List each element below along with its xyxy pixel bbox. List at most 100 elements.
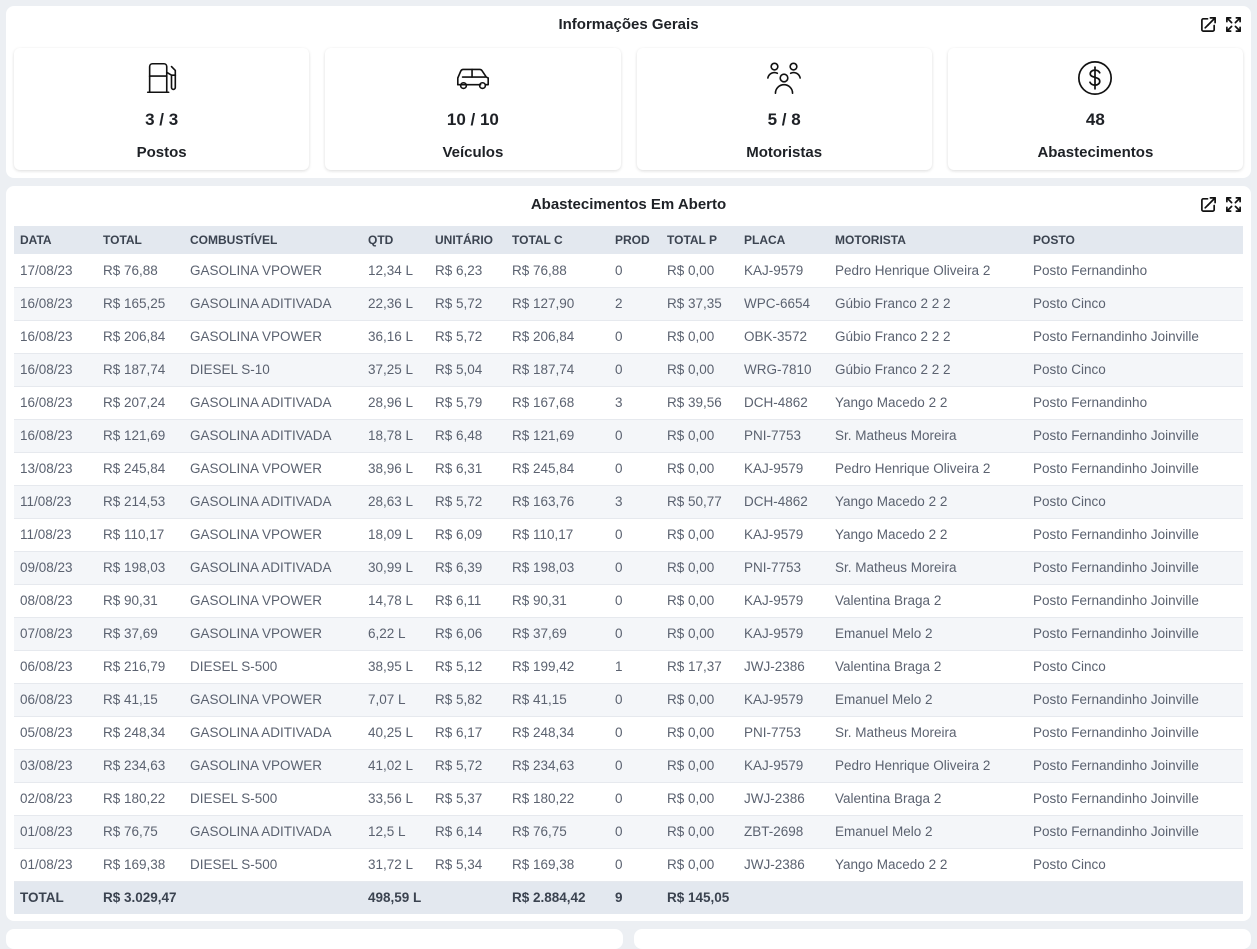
column-header[interactable]: POSTO xyxy=(1027,226,1243,254)
motoristas-label: Motoristas xyxy=(746,144,823,161)
table-cell: GASOLINA ADITIVADA xyxy=(184,287,362,321)
table-row[interactable]: 16/08/23 R$ 165,25 GASOLINA ADITIVADA 22,36… xyxy=(14,287,1243,321)
table-cell: Posto Cinco xyxy=(1027,848,1243,882)
table-row[interactable]: 16/08/23 R$ 206,84 GASOLINA VPOWER 36,16 LR… xyxy=(14,320,1243,354)
table-cell: R$ 0,00 xyxy=(661,551,738,585)
card-motoristas[interactable]: 5 / 8 Motoristas xyxy=(636,48,932,170)
table-row[interactable]: 03/08/23 R$ 234,63 GASOLINA VPOWER 41,02 LR… xyxy=(14,749,1243,783)
table-cell: WPC-6654 xyxy=(738,287,829,321)
column-header[interactable]: COMBUSTÍVEL xyxy=(184,226,362,254)
table-cell: 36,16 L xyxy=(362,320,429,354)
table-row[interactable]: 16/08/23 R$ 121,69 GASOLINA ADITIVADA 18,78… xyxy=(14,419,1243,453)
car-icon xyxy=(453,58,493,98)
table-cell: 28,63 L xyxy=(362,485,429,519)
table-row[interactable]: 13/08/23 R$ 245,84 GASOLINA VPOWER 38,96 LR… xyxy=(14,452,1243,486)
table-cell: WRG-7810 xyxy=(738,353,829,387)
table-cell: DIESEL S-500 xyxy=(184,848,362,882)
fullscreen-icon[interactable] xyxy=(1224,15,1243,34)
table-row[interactable]: 09/08/23 R$ 198,03 GASOLINA ADITIVADA 30,99… xyxy=(14,551,1243,585)
table-row[interactable]: 08/08/23 R$ 90,31 GASOLINA VPOWER 14,78 L R$… xyxy=(14,584,1243,618)
table-row[interactable]: 11/08/23 R$ 110,17 GASOLINA VPOWER 18,09 LR… xyxy=(14,518,1243,552)
table-row[interactable]: 17/08/23 R$ 76,88 GASOLINA VPOWER 12,34 L R$… xyxy=(14,254,1243,288)
table-cell: R$ 37,35 xyxy=(661,287,738,321)
totals-cell: 498,59 L xyxy=(362,881,429,914)
table-cell: 12,34 L xyxy=(362,254,429,288)
table-cell: R$ 5,79 xyxy=(429,386,506,420)
table-row[interactable]: 11/08/23 R$ 214,53 GASOLINA ADITIVADA 28,63… xyxy=(14,485,1243,519)
column-header[interactable]: UNITÁRIO xyxy=(429,226,506,254)
open-external-icon[interactable] xyxy=(1199,195,1218,214)
table-cell: GASOLINA VPOWER xyxy=(184,254,362,288)
card-abastecimentos[interactable]: 48 Abastecimentos xyxy=(947,48,1243,170)
table-cell: 14,78 L xyxy=(362,584,429,618)
table-cell: 41,02 L xyxy=(362,749,429,783)
table-cell: R$ 50,77 xyxy=(661,485,738,519)
table-cell: 17/08/23 xyxy=(14,254,97,288)
table-cell: 38,95 L xyxy=(362,650,429,684)
table-cell: R$ 234,63 xyxy=(506,749,609,783)
table-cell: 3 xyxy=(609,386,661,420)
table-cell: R$ 245,84 xyxy=(506,452,609,486)
table-row[interactable]: 05/08/23 R$ 248,34 GASOLINA ADITIVADA 40,25… xyxy=(14,716,1243,750)
motoristas-count: 5 / 8 xyxy=(767,110,801,129)
table-row[interactable]: 16/08/23 R$ 187,74 DIESEL S-10 37,25 L R$ 5,… xyxy=(14,353,1243,387)
postos-count: 3 / 3 xyxy=(145,110,179,129)
table-cell: 13/08/23 xyxy=(14,452,97,486)
table-cell: JWJ-2386 xyxy=(738,650,829,684)
table-cell: 08/08/23 xyxy=(14,584,97,618)
column-header[interactable]: DATA xyxy=(14,226,97,254)
card-postos[interactable]: 3 / 3 Postos xyxy=(14,48,310,170)
card-veiculos[interactable]: 10 / 10 Veículos xyxy=(325,48,621,170)
summary-cards: 3 / 3 Postos 10 / 10 Veículos 5 / 8 Moto… xyxy=(14,48,1243,170)
table-cell: KAJ-9579 xyxy=(738,518,829,552)
table-cell: Yango Macedo 2 2 xyxy=(829,848,1027,882)
column-header[interactable]: TOTAL P xyxy=(661,226,738,254)
postos-label: Postos xyxy=(136,144,187,161)
table-row[interactable]: 07/08/23 R$ 37,69 GASOLINA VPOWER 6,22 L R$ … xyxy=(14,617,1243,651)
table-cell: 11/08/23 xyxy=(14,485,97,519)
table-cell: R$ 37,69 xyxy=(506,617,609,651)
table-row[interactable]: 01/08/23 R$ 76,75 GASOLINA ADITIVADA 12,5 L… xyxy=(14,815,1243,849)
table-row[interactable]: 16/08/23 R$ 207,24 GASOLINA ADITIVADA 28,96… xyxy=(14,386,1243,420)
table-cell: R$ 0,00 xyxy=(661,518,738,552)
column-header[interactable]: TOTAL C xyxy=(506,226,609,254)
table-cell: Posto Fernandinho xyxy=(1027,386,1243,420)
table-cell: R$ 206,84 xyxy=(506,320,609,354)
column-header[interactable]: QTD xyxy=(362,226,429,254)
table-cell: 0 xyxy=(609,782,661,816)
abastecimentos-count: 48 xyxy=(1085,110,1105,129)
table-cell: R$ 165,25 xyxy=(97,287,184,321)
table-cell: KAJ-9579 xyxy=(738,452,829,486)
table-cell: 03/08/23 xyxy=(14,749,97,783)
table-cell: Posto Fernandinho Joinville xyxy=(1027,716,1243,750)
table-row[interactable]: 02/08/23 R$ 180,22 DIESEL S-500 33,56 L R$ 5… xyxy=(14,782,1243,816)
column-header[interactable]: TOTAL xyxy=(97,226,184,254)
table-cell: R$ 76,75 xyxy=(506,815,609,849)
table-cell: R$ 0,00 xyxy=(661,419,738,453)
table-row[interactable]: 06/08/23 R$ 41,15 GASOLINA VPOWER 7,07 L R$ … xyxy=(14,683,1243,717)
table-row[interactable]: 06/08/23 R$ 216,79 DIESEL S-500 38,95 L R$ 5… xyxy=(14,650,1243,684)
table-cell: R$ 248,34 xyxy=(97,716,184,750)
table-cell: R$ 5,72 xyxy=(429,320,506,354)
table-body: 17/08/23 R$ 76,88 GASOLINA VPOWER 12,34 L R$… xyxy=(14,254,1243,882)
table-cell: Emanuel Melo 2 xyxy=(829,683,1027,717)
table-cell: Pedro Henrique Oliveira 2 xyxy=(829,254,1027,288)
fuelings-table-wrap: DATA TOTAL COMBUSTÍVEL QTD UNITÁRIO TOTAL C PR… xyxy=(14,226,1243,914)
fullscreen-icon[interactable] xyxy=(1224,195,1243,214)
fuelings-table: DATA TOTAL COMBUSTÍVEL QTD UNITÁRIO TOTAL C PR… xyxy=(14,226,1243,914)
totals-cell xyxy=(1027,881,1243,914)
open-fuelings-title: Abastecimentos Em Aberto xyxy=(530,196,727,213)
table-cell: R$ 5,82 xyxy=(429,683,506,717)
table-cell: R$ 198,03 xyxy=(506,551,609,585)
table-cell: R$ 216,79 xyxy=(97,650,184,684)
column-header[interactable]: MOTORISTA xyxy=(829,226,1027,254)
open-external-icon[interactable] xyxy=(1199,15,1218,34)
table-cell: GASOLINA ADITIVADA xyxy=(184,485,362,519)
table-row[interactable]: 01/08/23 R$ 169,38 DIESEL S-500 31,72 L R$ 5… xyxy=(14,848,1243,882)
table-cell: R$ 0,00 xyxy=(661,716,738,750)
column-header[interactable]: PROD xyxy=(609,226,661,254)
table-cell: 0 xyxy=(609,617,661,651)
totals-cell: TOTAL xyxy=(14,881,97,914)
table-cell: Pedro Henrique Oliveira 2 xyxy=(829,749,1027,783)
column-header[interactable]: PLACA xyxy=(738,226,829,254)
